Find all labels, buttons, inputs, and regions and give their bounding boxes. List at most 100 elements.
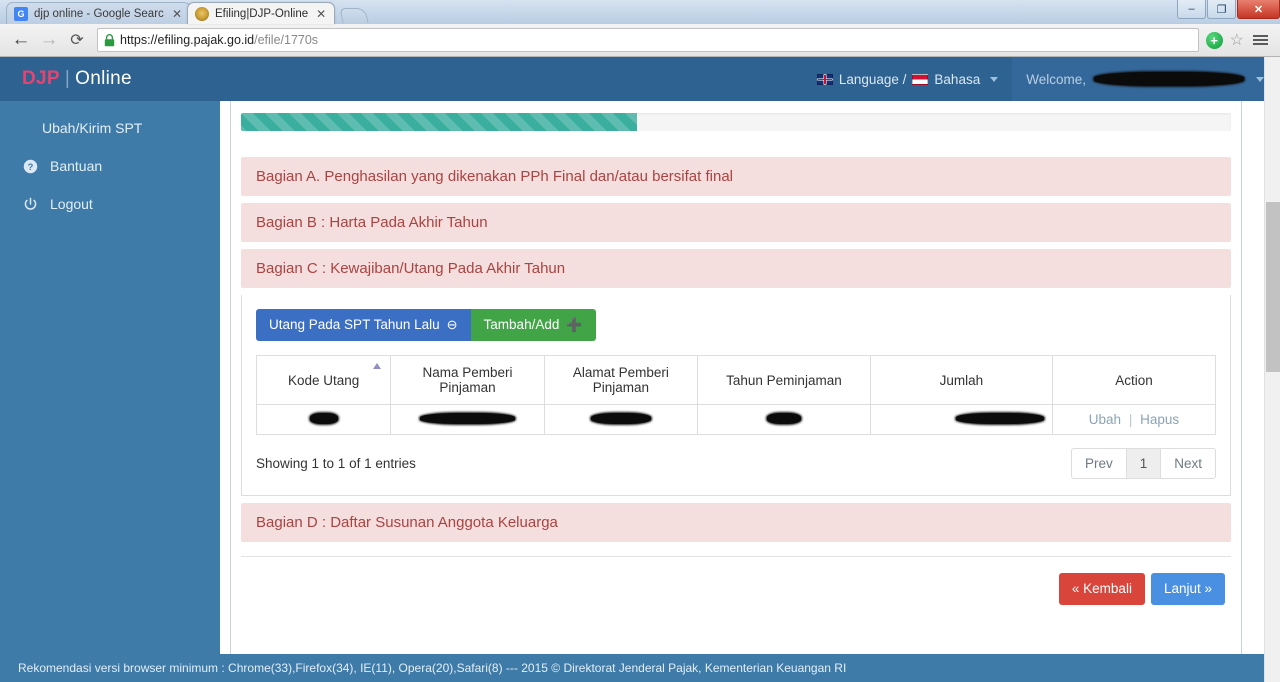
table-footer: Showing 1 to 1 of 1 entries Prev 1 Next	[256, 448, 1216, 480]
close-window-button[interactable]: ✕	[1237, 0, 1280, 19]
minimize-button[interactable]: –	[1177, 0, 1206, 19]
lanjut-button[interactable]: Lanjut »	[1150, 573, 1225, 606]
section-title: Bagian A. Penghasilan yang dikenakan PPh…	[256, 168, 733, 185]
tab-title: Efiling|DJP-Online	[215, 7, 309, 20]
section-title: Bagian B : Harta Pada Akhir Tahun	[256, 214, 488, 231]
scrollbar-thumb[interactable]	[1266, 202, 1280, 372]
page-scrollbar[interactable]	[1264, 57, 1280, 682]
toolbar-actions: + ☆	[1205, 30, 1272, 50]
section-header-a[interactable]: Bagian A. Penghasilan yang dikenakan PPh…	[241, 157, 1231, 196]
redacted-value	[590, 413, 651, 425]
address-bar[interactable]: https://efiling.pajak.go.id/efile/1770s	[97, 28, 1199, 52]
browser-tab-google-search[interactable]: G djp online - Google Search ✕	[6, 2, 191, 24]
column-header-nama-pemberi-pinjaman[interactable]: Nama Pemberi Pinjaman	[390, 355, 545, 406]
question-circle-icon: ?	[20, 159, 40, 174]
language-selector[interactable]: Language / Bahasa	[803, 57, 1012, 101]
form-actions: « Kembali Lanjut »	[241, 556, 1231, 621]
cell-tahun-peminjaman	[697, 404, 871, 436]
edit-link[interactable]: Ubah	[1089, 412, 1121, 427]
window-controls: – ❐ ✕	[1176, 0, 1280, 20]
section-title: Bagian C : Kewajiban/Utang Pada Akhir Ta…	[256, 260, 566, 277]
cell-nama-pemberi-pinjaman	[390, 404, 545, 436]
bookmark-star-icon[interactable]: ☆	[1230, 30, 1244, 50]
tambah-add-button[interactable]: Tambah/Add ➕	[470, 309, 596, 342]
header-right: Language / Bahasa Welcome,	[803, 57, 1280, 101]
svg-text:?: ?	[27, 161, 33, 171]
sidebar-item-bantuan[interactable]: ? Bantuan	[0, 147, 220, 185]
reload-icon[interactable]: ⟳	[64, 27, 90, 53]
add-extension-icon[interactable]: +	[1205, 31, 1223, 49]
url-path: /efile/1770s	[254, 33, 319, 47]
close-icon[interactable]: ✕	[316, 8, 326, 20]
browser-toolbar: ← → ⟳ https://efiling.pajak.go.id/efile/…	[0, 24, 1280, 57]
sidebar-item-logout[interactable]: Logout	[0, 185, 220, 223]
column-header-action: Action	[1051, 355, 1217, 406]
table-header-row: Kode Utang Nama Pemberi Pinjaman Alamat …	[255, 355, 1217, 406]
plus-icon: ➕	[566, 317, 583, 333]
maximize-button[interactable]: ❐	[1207, 0, 1236, 19]
language-label: Language /	[838, 71, 907, 87]
cell-alamat-pemberi-pinjaman	[543, 404, 699, 436]
main-content: Bagian A. Penghasilan yang dikenakan PPh…	[220, 101, 1252, 682]
cell-jumlah	[869, 404, 1053, 436]
new-tab-button[interactable]	[339, 8, 369, 23]
column-header-tahun-peminjaman[interactable]: Tahun Peminjaman	[697, 355, 871, 406]
table-info: Showing 1 to 1 of 1 entries	[256, 456, 416, 472]
column-header-jumlah[interactable]: Jumlah	[869, 355, 1053, 406]
browser-tab-efiling-djp-online[interactable]: Efiling|DJP-Online ✕	[187, 2, 336, 24]
redacted-value	[766, 413, 801, 425]
column-label: Tahun Peminjaman	[726, 372, 842, 388]
cell-kode-utang	[255, 404, 392, 436]
page-viewport: DJP|Online Language / Bahasa Welcome,	[0, 57, 1280, 682]
form-progress-fill	[241, 113, 637, 131]
pagination-next[interactable]: Next	[1160, 448, 1216, 480]
column-header-alamat-pemberi-pinjaman[interactable]: Alamat Pemberi Pinjaman	[543, 355, 699, 406]
sidebar-item-label: Logout	[50, 196, 93, 212]
sidebar-item-label: Ubah/Kirim SPT	[42, 120, 143, 136]
forward-icon[interactable]: →	[36, 27, 62, 53]
brand-online: Online	[75, 68, 132, 89]
column-label: Nama Pemberi Pinjaman	[422, 365, 513, 396]
app-logo[interactable]: DJP | Online	[0, 68, 220, 90]
kembali-button[interactable]: « Kembali	[1058, 573, 1145, 606]
bahasa-label: Bahasa	[934, 71, 981, 87]
url-host: https://efiling.pajak.go.id	[120, 33, 255, 47]
close-icon[interactable]: ✕	[172, 8, 182, 20]
table-body: Ubah | Hapus	[255, 404, 1217, 436]
utang-spt-tahun-lalu-button[interactable]: Utang Pada SPT Tahun Lalu ⊖	[256, 309, 471, 342]
app-header: DJP | Online Language / Bahasa Welcome,	[0, 57, 1280, 101]
button-label: Utang Pada SPT Tahun Lalu	[269, 317, 440, 332]
chevron-down-icon	[990, 76, 999, 82]
column-header-kode-utang[interactable]: Kode Utang	[255, 355, 392, 406]
redacted-value	[309, 413, 338, 425]
user-name-redacted	[1094, 72, 1244, 86]
button-label: Tambah/Add	[483, 317, 560, 332]
redacted-value	[955, 413, 1044, 425]
user-menu[interactable]: Welcome,	[1012, 57, 1280, 101]
hamburger-menu-icon[interactable]	[1251, 35, 1270, 45]
tab-strip: G djp online - Google Search ✕ Efiling|D…	[0, 0, 1280, 24]
action-separator: |	[1128, 412, 1133, 428]
section-header-b[interactable]: Bagian B : Harta Pada Akhir Tahun	[241, 203, 1231, 242]
delete-link[interactable]: Hapus	[1140, 412, 1179, 427]
column-label: Jumlah	[939, 372, 984, 388]
pagination-page-1[interactable]: 1	[1125, 448, 1162, 480]
utang-table: Kode Utang Nama Pemberi Pinjaman Alamat …	[255, 355, 1217, 436]
redacted-value	[419, 413, 515, 425]
page-footer: Rekomendasi versi browser minimum : Chro…	[0, 654, 1280, 682]
sidebar-item-ubah-kirim-spt[interactable]: Ubah/Kirim SPT	[0, 109, 220, 147]
tab-title: djp online - Google Search	[34, 7, 164, 20]
section-header-d[interactable]: Bagian D : Daftar Susunan Anggota Keluar…	[241, 503, 1231, 543]
brand-djp: DJP	[22, 68, 60, 89]
form-progress-bar	[241, 113, 1231, 131]
lock-icon	[104, 33, 115, 47]
sidebar: Ubah/Kirim SPT ? Bantuan Logout	[0, 101, 220, 682]
pagination: Prev 1 Next	[1070, 448, 1216, 480]
spt-form-panel: Bagian A. Penghasilan yang dikenakan PPh…	[230, 101, 1242, 682]
back-icon[interactable]: ←	[8, 27, 34, 53]
sidebar-item-label: Bantuan	[50, 158, 103, 174]
minus-circle-icon: ⊖	[446, 317, 458, 333]
pagination-prev[interactable]: Prev	[1070, 448, 1127, 480]
section-header-c[interactable]: Bagian C : Kewajiban/Utang Pada Akhir Ta…	[241, 249, 1231, 288]
footer-text: Rekomendasi versi browser minimum : Chro…	[18, 661, 847, 675]
